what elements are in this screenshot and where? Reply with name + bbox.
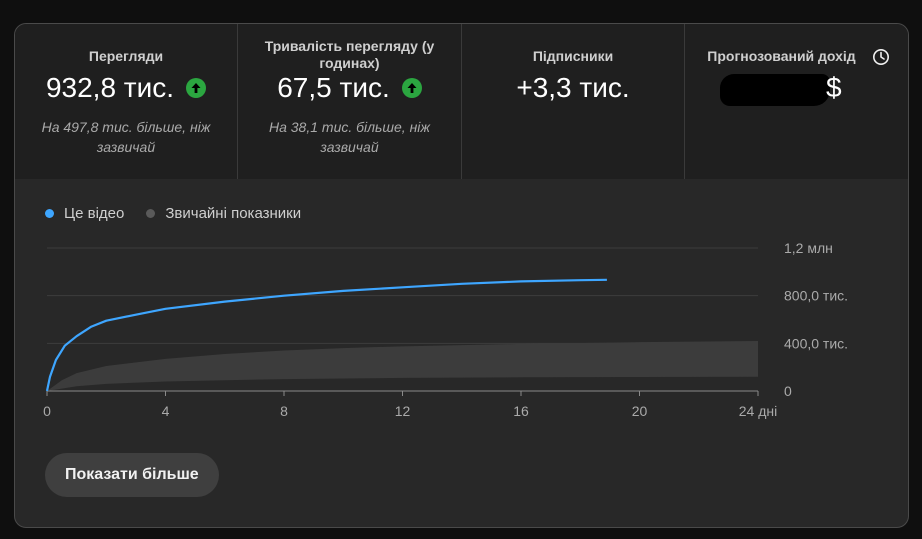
currency-symbol: $: [826, 72, 842, 103]
metric-views[interactable]: Перегляди 932,8 тис. На 497,8 тис. більш…: [15, 24, 237, 179]
legend-label: Звичайні показники: [165, 205, 302, 222]
x-tick-label: 20: [632, 403, 648, 419]
metric-label: Прогнозований дохід: [707, 48, 856, 64]
metric-estimated-revenue[interactable]: Прогнозований дохід $: [684, 24, 908, 179]
x-tick-label: 12: [395, 403, 411, 419]
x-tick-label: 8: [280, 403, 288, 419]
metric-value-text: 932,8 тис.: [45, 72, 175, 103]
metric-value: 67,5 тис.: [238, 72, 461, 104]
legend-dot: [146, 209, 156, 218]
x-tick-label: 4: [162, 403, 170, 419]
y-tick-label: 0: [784, 383, 792, 399]
y-tick-label: 1,2 млн: [784, 240, 833, 256]
y-tick-label: 400,0 тис.: [784, 335, 848, 351]
legend-dot: [45, 209, 54, 218]
metrics-row: Перегляди 932,8 тис. На 497,8 тис. більш…: [15, 24, 908, 179]
arrow-up-icon: [186, 78, 207, 98]
metric-subscribers[interactable]: Підписники +3,3 тис.: [461, 24, 684, 179]
arrow-up-icon: [401, 78, 422, 98]
clock-icon[interactable]: [872, 48, 890, 66]
metric-value-text: +3,3 тис.: [516, 72, 630, 103]
legend-item-this-video[interactable]: Це відео: [45, 205, 124, 222]
chart-legend: Це відео Звичайні показники: [45, 205, 301, 222]
x-tick-label: 16: [513, 403, 529, 419]
x-tick-label: 24 дні: [739, 403, 777, 419]
metric-value: +3,3 тис.: [462, 72, 684, 104]
redacted-value: [720, 74, 830, 106]
views-chart[interactable]: 0 400,0 тис. 800,0 тис. 1,2 млн 0 4 8 12 16 20 24 …: [15, 234, 908, 434]
metric-label: Тривалість перегляду (у годинах): [264, 38, 435, 71]
metric-label: Підписники: [532, 48, 614, 64]
legend-label: Це відео: [64, 205, 125, 222]
metric-value: 932,8 тис.: [15, 72, 237, 104]
show-more-button[interactable]: Показати більше: [45, 453, 219, 497]
metric-value-text: 67,5 тис.: [277, 72, 390, 103]
metric-watch-time[interactable]: Тривалість перегляду (у годинах) 67,5 ти…: [237, 24, 461, 179]
metric-label: Перегляди: [88, 48, 164, 64]
metric-note: На 497,8 тис. більше, ніж зазвичай: [41, 119, 211, 155]
typical-range-band: [47, 340, 758, 391]
metric-note: На 38,1 тис. більше, ніж зазвичай: [268, 119, 431, 155]
x-tick-label: 0: [43, 403, 51, 419]
y-tick-label: 800,0 тис.: [784, 288, 848, 304]
legend-item-typical[interactable]: Звичайні показники: [146, 205, 301, 222]
analytics-card: Перегляди 932,8 тис. На 497,8 тис. більш…: [14, 23, 909, 528]
